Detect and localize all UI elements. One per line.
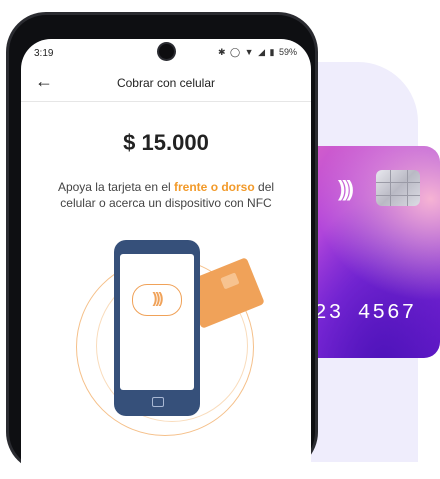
app-bar: ← Cobrar con celular [21, 67, 311, 102]
instructions-before: Apoya la tarjeta en el [57, 180, 175, 194]
home-button-icon [152, 397, 164, 407]
status-icons: ✱ ◯ ▼ ◢ ▮ 59% [216, 47, 297, 58]
battery-icon: ▮ [269, 47, 275, 57]
status-time: 3:19 [34, 48, 54, 59]
instructions-text: Apoya la tarjeta en el frente o dorso de… [43, 179, 289, 211]
battery-percent: 59% [278, 47, 297, 57]
contactless-icon: ))) [338, 176, 354, 201]
nfc-icon: ))) [132, 284, 182, 316]
chip-icon [376, 170, 420, 206]
vibrate-icon: ◯ [230, 47, 241, 57]
front-camera [159, 44, 174, 59]
status-bar: 3:19 ✱ ◯ ▼ ◢ ▮ 59% [21, 39, 311, 67]
phone-illustration: ))) [114, 240, 200, 416]
card-number: 23 4567 [314, 302, 417, 325]
instructions-highlight: frente o dorso [174, 180, 255, 194]
wifi-icon: ▼ [244, 47, 254, 57]
signal-icon: ◢ [258, 47, 265, 57]
amount-label: $ 15.000 [123, 130, 209, 155]
page-title: Cobrar con celular [116, 76, 216, 90]
phone-illustration-screen: ))) [120, 254, 194, 390]
bluetooth-icon: ✱ [217, 47, 226, 57]
